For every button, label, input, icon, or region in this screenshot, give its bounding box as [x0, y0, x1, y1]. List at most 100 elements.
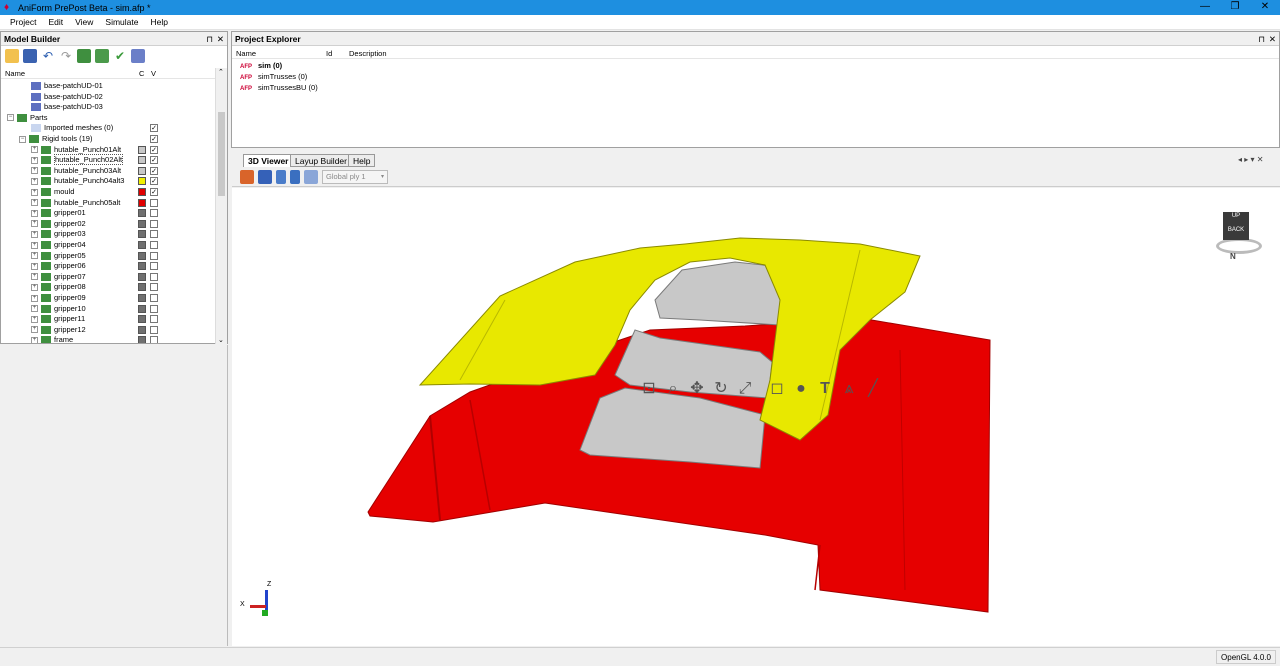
tree-row[interactable]: Imported meshes (0) ✓ — [1, 123, 215, 134]
tree-row[interactable]: + gripper09 — [1, 293, 215, 304]
menu-view[interactable]: View — [75, 17, 93, 27]
tree-scrollbar[interactable]: ⌃ ⌄ — [215, 68, 227, 344]
color-swatch[interactable] — [138, 315, 146, 324]
view-cube-icon[interactable]: ◻ — [767, 379, 787, 399]
pin-icon[interactable]: ⊓ — [1258, 32, 1265, 46]
expand-icon[interactable]: + — [31, 199, 38, 207]
tree-row[interactable]: + gripper07 — [1, 272, 215, 283]
expand-icon[interactable]: − — [19, 135, 26, 143]
scroll-thumb[interactable] — [218, 112, 225, 196]
tree-row[interactable]: + gripper06 — [1, 261, 215, 272]
transform-icon[interactable] — [240, 170, 254, 184]
menu-help[interactable]: Help — [150, 17, 167, 27]
expand-icon[interactable]: + — [31, 188, 38, 196]
expand-icon[interactable]: + — [31, 230, 38, 238]
tree-row[interactable]: + gripper03 — [1, 229, 215, 240]
visible-checkbox[interactable] — [150, 272, 158, 281]
color-swatch[interactable] — [138, 304, 146, 313]
visible-checkbox[interactable] — [150, 315, 158, 324]
color-swatch[interactable] — [138, 145, 146, 154]
visible-checkbox[interactable] — [150, 230, 158, 239]
viewer-canvas[interactable]: ⊡ ⌕ ✥ ↻ ⤢ ◻ ● T ⩓ ╱ UP BACK N Z X — [232, 188, 1280, 646]
tab-layup-builder[interactable]: Layup Builder — [290, 154, 352, 167]
color-swatch[interactable] — [138, 262, 146, 271]
expand-icon[interactable]: − — [7, 114, 14, 122]
visible-checkbox[interactable] — [150, 294, 158, 302]
tree-row[interactable]: + gripper08 — [1, 282, 215, 293]
visible-checkbox[interactable]: ✓ — [150, 188, 158, 196]
close-panel-icon[interactable]: ✕ — [217, 32, 224, 46]
check-icon[interactable]: ✔ — [113, 49, 127, 63]
tab-3d-viewer[interactable]: 3D Viewer — [243, 154, 294, 167]
tree-row[interactable]: base-patchUD-02 — [1, 92, 215, 103]
visible-checkbox[interactable] — [150, 251, 158, 260]
scroll-down-icon[interactable]: ⌄ — [218, 336, 224, 344]
menu-simulate[interactable]: Simulate — [105, 17, 138, 27]
tab-help[interactable]: Help — [348, 154, 376, 167]
cube-icon[interactable] — [258, 170, 272, 184]
tree-row[interactable]: + gripper10 — [1, 304, 215, 315]
visible-checkbox[interactable]: ✓ — [150, 166, 158, 175]
tab-nav-icons[interactable]: ◂ ▸ ▾ ✕ — [1238, 155, 1263, 164]
visible-checkbox[interactable] — [150, 198, 158, 207]
expand-icon[interactable]: + — [31, 273, 38, 281]
tree-row[interactable]: + gripper01 — [1, 208, 215, 219]
open-folder-icon[interactable] — [5, 49, 19, 63]
expand-icon[interactable]: + — [31, 156, 38, 164]
color-swatch[interactable] — [138, 283, 146, 292]
color-swatch[interactable] — [138, 188, 146, 196]
color-swatch[interactable] — [138, 272, 146, 281]
ply-select[interactable]: Global ply 1 ▾ — [322, 170, 388, 184]
expand-icon[interactable]: + — [31, 220, 38, 228]
tree-row[interactable]: + hutable_Punch02Alt ✓ — [1, 154, 215, 166]
explorer-item[interactable]: AFP sim (0) — [240, 61, 282, 70]
rotate-icon[interactable]: ↻ — [711, 379, 731, 399]
expand-icon[interactable]: + — [31, 305, 38, 313]
tree-row[interactable]: + hutable_Punch04alt3 ✓ — [1, 176, 215, 187]
expand-icon[interactable]: + — [31, 209, 38, 217]
tree-row[interactable]: + gripper05 — [1, 251, 215, 262]
tree-row[interactable]: + mould ✓ — [1, 187, 215, 198]
restore-button[interactable]: ❐ — [1220, 0, 1250, 15]
explorer-item[interactable]: AFP simTrussesBU (0) — [240, 83, 318, 92]
add-tool-icon[interactable] — [95, 49, 109, 63]
color-swatch[interactable] — [138, 166, 146, 175]
color-swatch[interactable] — [138, 325, 146, 334]
tree-row[interactable]: + gripper11 — [1, 314, 215, 325]
visible-checkbox[interactable] — [150, 304, 158, 313]
tree-row[interactable]: base-patchUD-03 — [1, 102, 215, 113]
color-swatch[interactable] — [138, 230, 146, 239]
visible-checkbox[interactable] — [150, 336, 158, 343]
visible-checkbox[interactable] — [150, 283, 158, 292]
color-swatch[interactable] — [138, 336, 146, 343]
expand-icon[interactable]: + — [31, 252, 38, 260]
visible-checkbox[interactable]: ✓ — [150, 177, 158, 186]
shading-icon[interactable]: ● — [791, 379, 811, 399]
tree-row[interactable]: base-patchUD-01 — [1, 81, 215, 92]
pin-icon[interactable]: ⊓ — [206, 32, 213, 46]
navigation-cube[interactable]: UP BACK N — [1210, 212, 1268, 264]
tree-row[interactable]: − Rigid tools (19) ✓ — [1, 134, 215, 145]
text-icon[interactable]: T — [815, 379, 835, 399]
visible-checkbox[interactable] — [150, 241, 158, 249]
measure-icon[interactable]: ╱ — [863, 379, 883, 399]
color-swatch[interactable] — [138, 156, 146, 165]
close-panel-icon[interactable]: ✕ — [1269, 32, 1276, 46]
menu-project[interactable]: Project — [10, 17, 36, 27]
visible-checkbox[interactable]: ✓ — [150, 156, 158, 165]
cube-face[interactable]: UP BACK — [1223, 212, 1249, 240]
visible-checkbox[interactable] — [150, 325, 158, 334]
color-swatch[interactable] — [138, 209, 146, 218]
save-icon[interactable] — [23, 49, 37, 63]
tree-row[interactable]: + gripper12 — [1, 325, 215, 336]
menu-edit[interactable]: Edit — [48, 17, 63, 27]
visible-checkbox[interactable] — [150, 262, 158, 271]
color-swatch[interactable] — [138, 219, 146, 228]
fit-all-icon[interactable]: ⤢ — [735, 379, 755, 399]
compass-ring[interactable] — [1216, 238, 1262, 254]
expand-icon[interactable]: + — [31, 283, 38, 291]
visible-checkbox[interactable]: ✓ — [150, 124, 158, 133]
expand-icon[interactable]: + — [31, 262, 38, 270]
expand-icon[interactable]: + — [31, 336, 38, 343]
visible-checkbox[interactable]: ✓ — [150, 145, 158, 154]
